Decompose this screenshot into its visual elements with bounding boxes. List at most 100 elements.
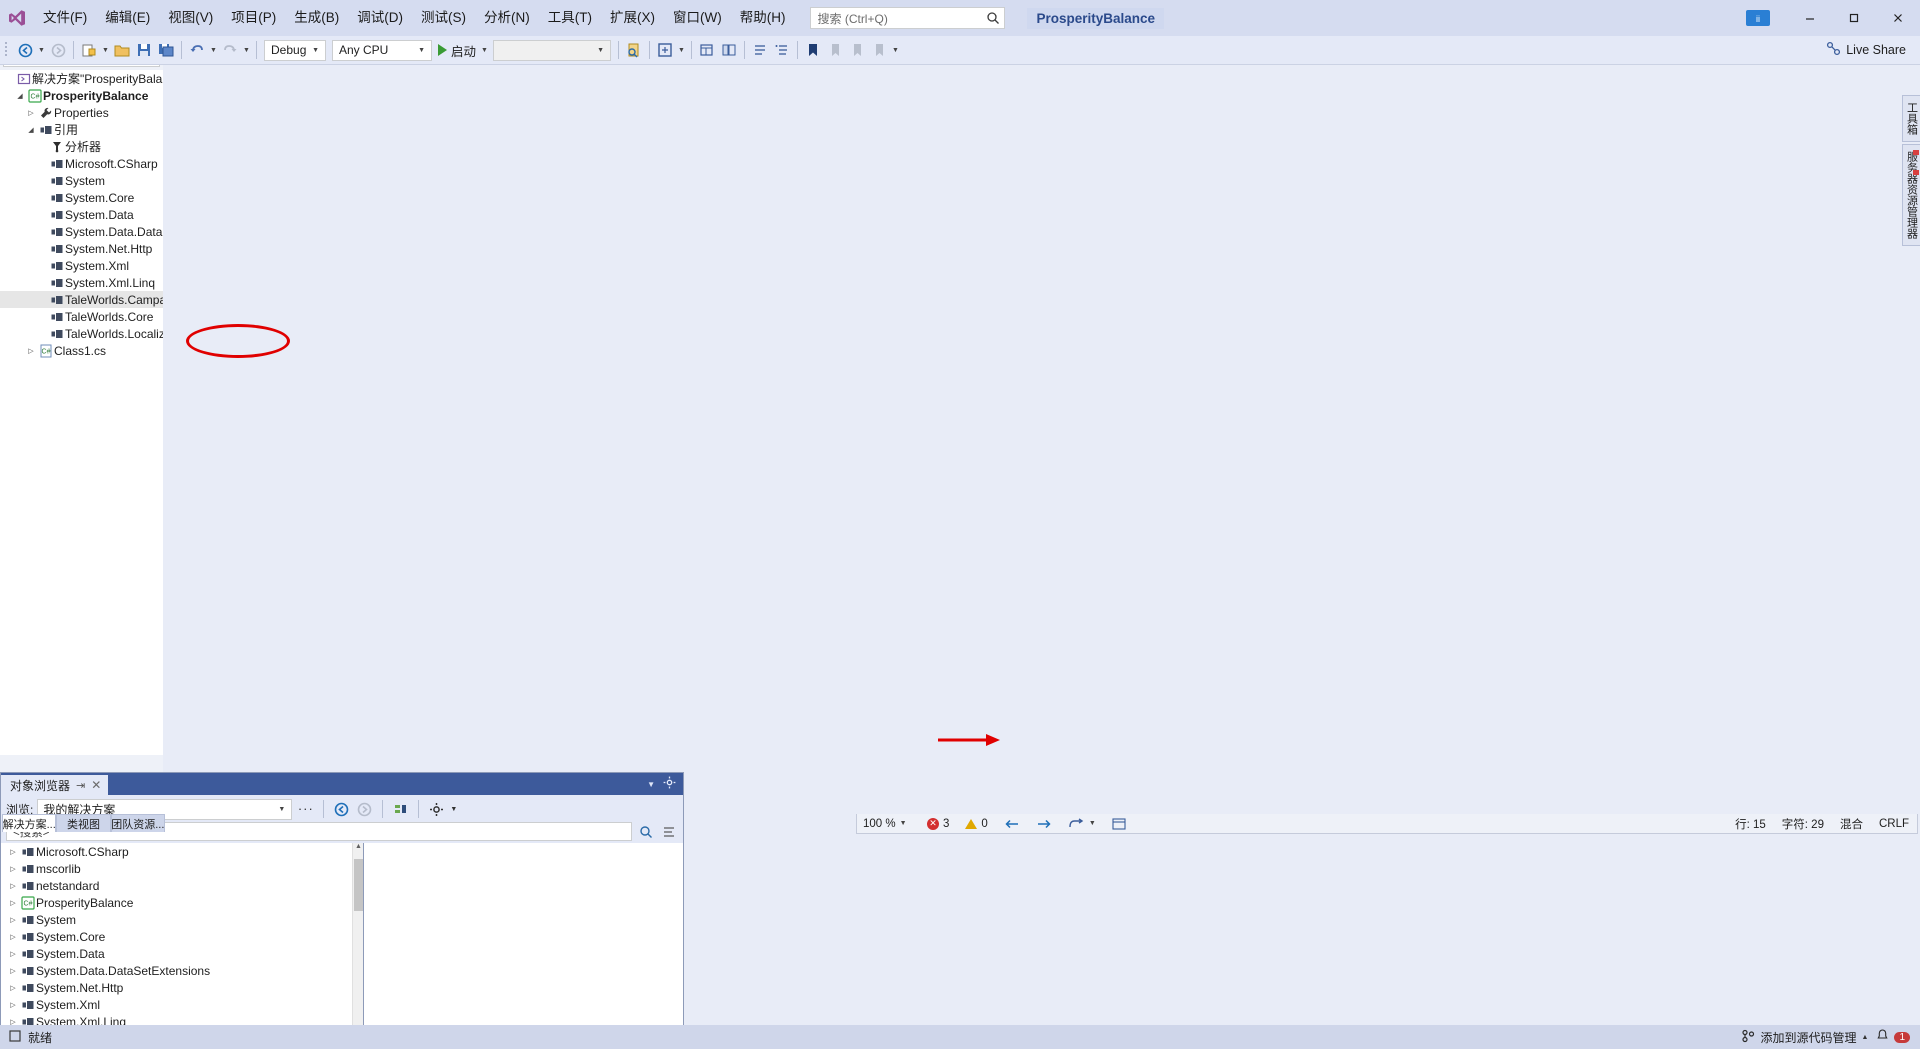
object-browser-tree[interactable]: ▷ Microsoft.CSharp ▷ mscorlib ▷ netstandard ▷ C… bbox=[1, 843, 363, 1049]
prev-issue-button[interactable] bbox=[996, 818, 1028, 830]
new-project-icon[interactable] bbox=[78, 39, 100, 61]
solution-tree-item[interactable]: TaleWorlds.Localiz bbox=[0, 325, 163, 342]
dock-tab-server-explorer[interactable]: 服务器资源管理器 bbox=[1901, 144, 1920, 246]
edit-custom-component-set-icon[interactable]: ··· bbox=[296, 800, 315, 819]
navigate-forward-icon[interactable] bbox=[47, 39, 69, 61]
solution-explorer-icon[interactable] bbox=[654, 39, 676, 61]
object-browser-back-icon[interactable] bbox=[332, 800, 351, 819]
expander-closed-icon[interactable]: ▷ bbox=[7, 933, 19, 941]
tab-object-browser[interactable]: 对象浏览器 ⇥ ✕ bbox=[1, 773, 109, 795]
object-browser-tree-item[interactable]: ▷ netstandard bbox=[1, 877, 363, 894]
object-browser-tree-item[interactable]: ▷ C# ProsperityBalance bbox=[1, 894, 363, 911]
expander-open-icon[interactable]: ◢ bbox=[25, 126, 37, 134]
expander-closed-icon[interactable]: ▷ bbox=[25, 109, 37, 117]
solution-tree-item[interactable]: ▷ Properties bbox=[0, 104, 163, 121]
menu-build[interactable]: 生成(B) bbox=[285, 4, 348, 32]
comment-selection-icon[interactable] bbox=[749, 39, 771, 61]
close-button[interactable] bbox=[1876, 3, 1920, 33]
tab-class-view[interactable]: 类视图 bbox=[56, 814, 111, 832]
chevron-up-icon[interactable]: ▲ bbox=[1862, 1034, 1869, 1041]
solution-tree-item[interactable]: 分析器 bbox=[0, 138, 163, 155]
object-browser-scrollbar[interactable]: ▲ ▼ bbox=[352, 843, 363, 1049]
intellicode-suggestion-icon[interactable]: ▼ bbox=[1060, 817, 1104, 830]
solution-platform-select[interactable]: Any CPU ▼ bbox=[332, 39, 432, 61]
solution-tree-item[interactable]: System.Data bbox=[0, 206, 163, 223]
start-debug-button[interactable]: 启动 bbox=[435, 39, 479, 61]
expander-closed-icon[interactable]: ▷ bbox=[7, 950, 19, 958]
next-bookmark-icon[interactable] bbox=[846, 39, 868, 61]
tab-team-explorer[interactable]: 团队资源... bbox=[110, 814, 165, 832]
expander-closed-icon[interactable]: ▷ bbox=[7, 848, 19, 856]
error-count-badge[interactable]: ✕ 3 bbox=[919, 817, 957, 830]
add-to-source-control-button[interactable]: 添加到源代码管理 ▲ bbox=[1741, 1029, 1868, 1046]
navigate-backward-dropdown[interactable]: ▼ bbox=[36, 39, 47, 61]
solution-tree-item[interactable]: System.Core bbox=[0, 189, 163, 206]
previous-bookmark-icon[interactable] bbox=[824, 39, 846, 61]
object-browser-settings-gear-icon[interactable] bbox=[427, 800, 446, 819]
undo-dropdown[interactable]: ▼ bbox=[208, 39, 219, 61]
quick-search-box[interactable]: 搜索 (Ctrl+Q) bbox=[810, 7, 1006, 29]
debug-target-select[interactable]: ▼ bbox=[493, 39, 612, 61]
menu-test[interactable]: 测试(S) bbox=[412, 4, 475, 32]
clear-bookmarks-icon[interactable] bbox=[868, 39, 890, 61]
solution-tree-item[interactable]: Microsoft.CSharp bbox=[0, 155, 163, 172]
expander-closed-icon[interactable]: ▷ bbox=[7, 865, 19, 873]
quick-launch-icon[interactable] bbox=[1104, 817, 1134, 830]
object-browser-tree-item[interactable]: ▷ System.Data.DataSetExtensions bbox=[1, 962, 363, 979]
expander-closed-icon[interactable]: ▷ bbox=[7, 1001, 19, 1009]
minimize-button[interactable] bbox=[1788, 3, 1832, 33]
start-debug-dropdown[interactable]: ▼ bbox=[479, 39, 490, 61]
toolbox-window-icon[interactable] bbox=[718, 39, 740, 61]
close-icon[interactable]: ✕ bbox=[91, 778, 101, 792]
scroll-up-arrow-icon[interactable]: ▲ bbox=[353, 843, 363, 856]
object-browser-tree-item[interactable]: ▷ System.Core bbox=[1, 928, 363, 945]
properties-window-icon[interactable] bbox=[696, 39, 718, 61]
object-browser-tree-item[interactable]: ▷ mscorlib bbox=[1, 860, 363, 877]
expander-closed-icon[interactable]: ▷ bbox=[7, 882, 19, 890]
uncomment-selection-icon[interactable] bbox=[771, 39, 793, 61]
solution-tree-item[interactable]: System.Net.Http bbox=[0, 240, 163, 257]
pin-icon[interactable]: ⇥ bbox=[76, 779, 85, 792]
toolbar-grip[interactable] bbox=[4, 40, 12, 60]
solution-tree-item[interactable]: System bbox=[0, 172, 163, 189]
save-icon[interactable] bbox=[133, 39, 155, 61]
redo-dropdown[interactable]: ▼ bbox=[241, 39, 252, 61]
solution-tree-item[interactable]: ◢ 引用 bbox=[0, 121, 163, 138]
object-browser-settings-chevron-icon[interactable]: ▼ bbox=[450, 806, 457, 813]
maximize-button[interactable] bbox=[1832, 3, 1876, 33]
menu-view[interactable]: 视图(V) bbox=[159, 4, 222, 32]
next-issue-button[interactable] bbox=[1028, 818, 1060, 830]
notifications-button[interactable]: 1 bbox=[1876, 1029, 1910, 1045]
object-browser-tree-item[interactable]: ▷ System bbox=[1, 911, 363, 928]
object-browser-tree-item[interactable]: ▷ Microsoft.CSharp bbox=[1, 843, 363, 860]
object-browser-tree-item[interactable]: ▷ System.Net.Http bbox=[1, 979, 363, 996]
tab-list-chevron-icon[interactable]: ▼ bbox=[647, 780, 655, 789]
undo-icon[interactable] bbox=[186, 39, 208, 61]
menu-debug[interactable]: 调试(D) bbox=[348, 4, 412, 32]
menu-project[interactable]: 项目(P) bbox=[222, 4, 285, 32]
bookmark-icon[interactable] bbox=[802, 39, 824, 61]
solution-tree-item[interactable]: System.Data.DataS bbox=[0, 223, 163, 240]
menu-help[interactable]: 帮助(H) bbox=[731, 4, 795, 32]
expander-closed-icon[interactable]: ▷ bbox=[7, 967, 19, 975]
menu-analyze[interactable]: 分析(N) bbox=[475, 4, 539, 32]
warning-count-badge[interactable]: 0 bbox=[957, 818, 995, 830]
solution-tree-item[interactable]: ◢ C# ProsperityBalance bbox=[0, 87, 163, 104]
navigate-backward-icon[interactable] bbox=[14, 39, 36, 61]
object-browser-clear-search-icon[interactable] bbox=[659, 822, 678, 841]
open-file-icon[interactable] bbox=[111, 39, 133, 61]
new-project-dropdown[interactable]: ▼ bbox=[100, 39, 111, 61]
object-browser-sort-icon[interactable] bbox=[391, 800, 410, 819]
object-browser-tree-item[interactable]: ▷ System.Xml bbox=[1, 996, 363, 1013]
menu-file[interactable]: 文件(F) bbox=[34, 4, 96, 32]
solution-tree-item[interactable]: ▷ C# Class1.cs bbox=[0, 342, 163, 359]
menu-tools[interactable]: 工具(T) bbox=[539, 4, 601, 32]
solution-explorer-tree[interactable]: 解决方案"ProsperityBalance" ◢ C# ProsperityBala… bbox=[0, 70, 163, 755]
tab-solution-explorer[interactable]: 解决方案... bbox=[2, 814, 57, 832]
solution-configuration-select[interactable]: Debug ▼ bbox=[264, 39, 326, 61]
menu-window[interactable]: 窗口(W) bbox=[664, 4, 731, 32]
settings-gear-icon[interactable] bbox=[663, 776, 676, 792]
solution-tree-item[interactable]: 解决方案"ProsperityBalance" bbox=[0, 70, 163, 87]
scrollbar-thumb[interactable] bbox=[354, 859, 363, 911]
object-browser-tree-item[interactable]: ▷ System.Data bbox=[1, 945, 363, 962]
